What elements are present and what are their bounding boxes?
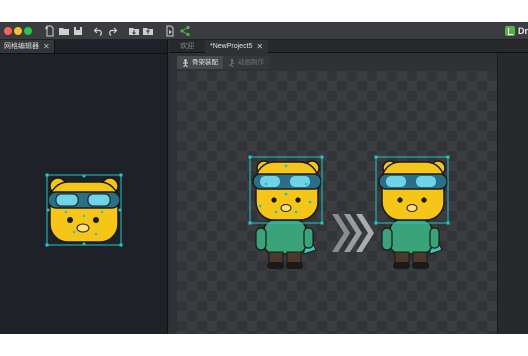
publish-icon[interactable]	[164, 25, 176, 37]
bear-body-sprite	[378, 160, 448, 269]
armature-mode-label: 骨架装配	[192, 59, 218, 66]
bear-head-mesh[interactable]	[44, 172, 124, 248]
close-window-button[interactable]	[4, 27, 12, 35]
armature-mode-button[interactable]: 骨架装配	[177, 56, 223, 69]
app-name-label: Dr	[517, 26, 528, 36]
app-title: Dr	[504, 24, 528, 38]
bear-character-result[interactable]	[372, 154, 452, 272]
undo-icon[interactable]	[93, 25, 105, 37]
main-toolbar: Dr	[0, 22, 528, 40]
panel-divider	[0, 53, 168, 54]
bear-body-sprite	[252, 160, 322, 269]
open-folder-icon[interactable]	[58, 25, 70, 37]
armature-icon	[183, 58, 188, 67]
animation-mode-button[interactable]: 动画制作	[223, 56, 269, 69]
app-window: Dr 网格编辑器 ✕ 欢迎 *NewProject5 ✕ 骨架装配 动画制作	[0, 22, 528, 334]
editor-area: 欢迎 *NewProject5 ✕ 骨架装配 动画制作	[169, 40, 528, 334]
mesh-editor-panel: 网格编辑器 ✕	[0, 40, 168, 334]
animation-icon	[228, 58, 235, 67]
share-icon[interactable]	[179, 25, 191, 37]
bear-head-sprite	[47, 177, 121, 243]
right-side-panel	[497, 53, 528, 334]
tab-mesh-editor[interactable]: 网格编辑器 ✕	[0, 40, 55, 53]
maximize-window-button[interactable]	[24, 27, 32, 35]
editor-tab-bar: 欢迎 *NewProject5 ✕	[169, 40, 528, 53]
bear-character-rigged[interactable]	[246, 154, 326, 272]
tab-new-project-label: *NewProject5	[210, 43, 253, 50]
redo-icon[interactable]	[106, 25, 118, 37]
tab-welcome[interactable]: 欢迎	[175, 40, 199, 53]
app-logo-icon	[504, 26, 515, 36]
close-icon[interactable]: ✕	[256, 40, 263, 53]
transform-arrows-icon	[332, 214, 374, 252]
new-file-icon[interactable]	[44, 25, 56, 37]
mode-switcher: 骨架装配 动画制作	[177, 56, 269, 69]
minimize-window-button[interactable]	[14, 27, 22, 35]
import-icon[interactable]	[128, 25, 140, 37]
animation-mode-label: 动画制作	[238, 59, 264, 66]
export-icon[interactable]	[142, 25, 154, 37]
close-icon[interactable]: ✕	[43, 40, 50, 53]
tab-welcome-label: 欢迎	[180, 43, 194, 50]
tab-mesh-editor-label: 网格编辑器	[4, 43, 39, 50]
tab-new-project[interactable]: *NewProject5 ✕	[205, 40, 269, 53]
save-icon[interactable]	[72, 25, 84, 37]
